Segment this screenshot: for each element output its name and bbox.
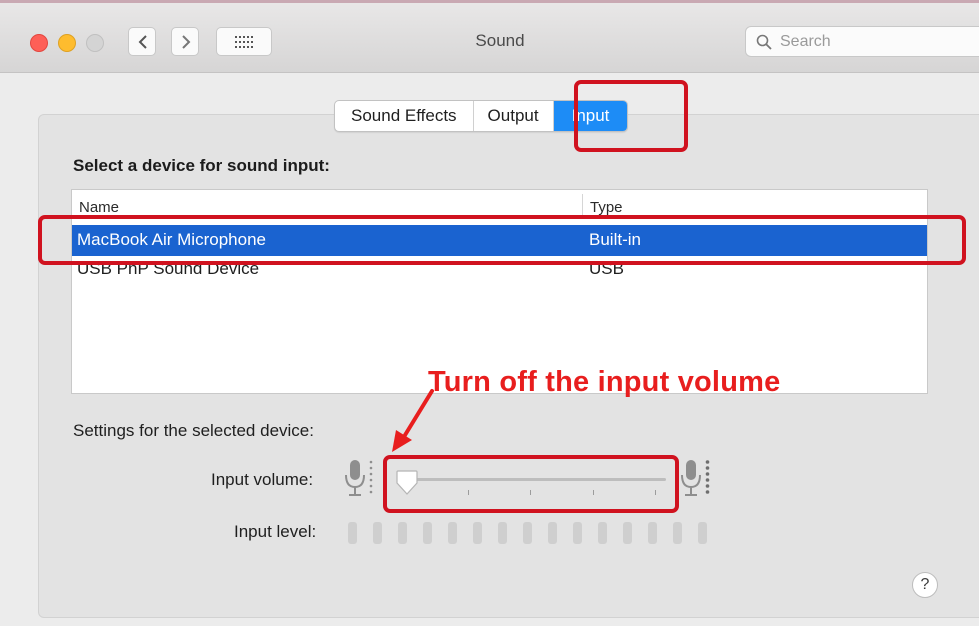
highlight-volume-slider: [383, 455, 679, 513]
search-input[interactable]: [778, 31, 972, 53]
highlight-input-tab: [574, 80, 688, 152]
volume-high-dots-icon: [705, 460, 710, 494]
zoom-window-button[interactable]: [86, 34, 104, 52]
input-level-bar: [548, 522, 557, 544]
column-header-name[interactable]: Name: [79, 199, 119, 216]
column-header-type[interactable]: Type: [590, 199, 623, 216]
input-level-bar: [673, 522, 682, 544]
input-level-bar: [698, 522, 707, 544]
chevron-right-icon: [182, 35, 191, 49]
input-level-bar: [398, 522, 407, 544]
back-button[interactable]: [128, 27, 156, 56]
show-all-button[interactable]: [216, 27, 272, 56]
minimize-window-button[interactable]: [58, 34, 76, 52]
tab-sound-effects[interactable]: Sound Effects: [335, 101, 474, 131]
settings-label: Settings for the selected device:: [73, 421, 314, 440]
volume-low-dots-icon: [369, 460, 373, 494]
microphone-high-icon: [681, 460, 701, 496]
instruction-annotation: Turn off the input volume: [428, 366, 781, 398]
input-level-bar: [473, 522, 482, 544]
input-level-label: Input level:: [234, 522, 317, 541]
window-top-border: [0, 0, 979, 3]
input-level-bar: [448, 522, 457, 544]
device-section-heading: Select a device for sound input:: [73, 156, 330, 175]
arrow-icon: [392, 389, 434, 452]
input-level-bar: [348, 522, 357, 544]
help-button[interactable]: ?: [912, 572, 938, 598]
grid-icon: [235, 36, 253, 48]
chevron-left-icon: [138, 35, 147, 49]
input-level-bar: [423, 522, 432, 544]
tab-output[interactable]: Output: [474, 101, 554, 131]
search-box[interactable]: [745, 26, 979, 57]
forward-button[interactable]: [171, 27, 199, 56]
input-level-bar: [373, 522, 382, 544]
title-bar: Sound: [0, 0, 979, 73]
input-level-bar: [623, 522, 632, 544]
input-volume-label: Input volume:: [211, 470, 314, 489]
window-title: Sound: [475, 31, 525, 50]
search-icon: [756, 34, 772, 50]
input-level-bar: [573, 522, 582, 544]
sound-preferences-window: Sound Sound Effects Output Input Select …: [0, 0, 979, 626]
column-divider: [582, 194, 583, 216]
input-level-bar: [498, 522, 507, 544]
input-level-bar: [598, 522, 607, 544]
input-level-bar: [523, 522, 532, 544]
close-window-button[interactable]: [30, 34, 48, 52]
input-level-bar: [648, 522, 657, 544]
highlight-selected-device: [38, 215, 966, 265]
microphone-low-icon: [345, 460, 365, 496]
